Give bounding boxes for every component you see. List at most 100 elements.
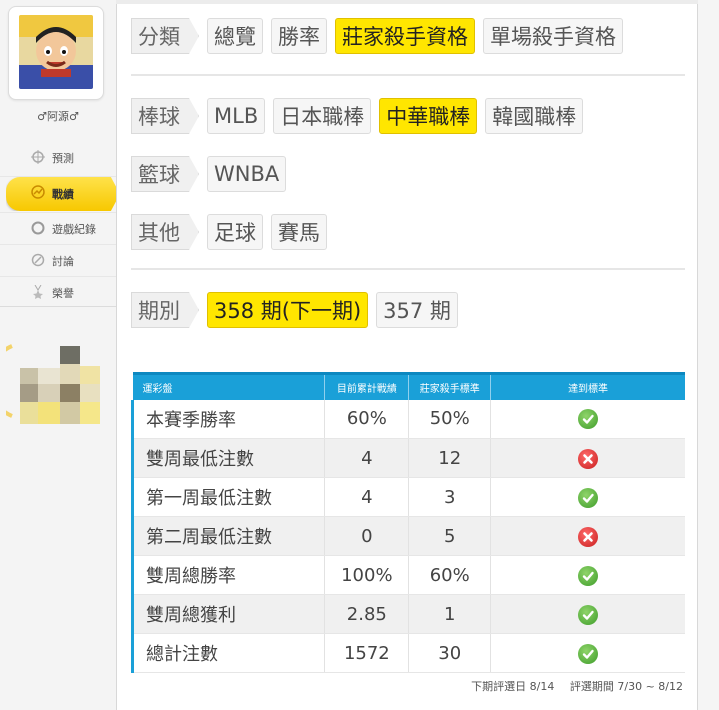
baseball-label: 棒球 [131,98,199,134]
sidebar-item-label: 遊戲紀錄 [52,222,96,236]
row-current: 1572 [324,633,410,673]
basketball-label: 籃球 [131,156,199,192]
circle-icon [30,221,46,237]
check-icon [578,565,599,586]
row-standard: 30 [408,633,492,673]
avatar-card[interactable] [8,6,104,100]
check-icon [578,643,599,664]
sidebar: ♂阿源♂ 預測 戰績 遊戲紀錄 討論 榮譽 [0,0,116,710]
sidebar-divider [0,306,116,307]
row-current: 0 [324,516,410,556]
row-standard: 1 [408,594,492,634]
chip-mlb[interactable]: MLB [207,98,266,134]
category-label: 分類 [131,18,199,54]
baseball-filter-row: 棒球 MLB 日本職棒 中華職棒 韓國職棒 [131,98,584,134]
chip-single-killer[interactable]: 單場殺手資格 [483,18,623,54]
evaluation-info: 下期評選日 8/14 評選期間 7/30 ~ 8/12 [471,678,683,694]
table-header-row: 運彩盤 目前累計戰績 莊家殺手標準 達到標準 [132,372,685,400]
chip-kbo[interactable]: 韓國職棒 [485,98,584,134]
chip-soccer[interactable]: 足球 [207,214,263,250]
row-name: 本賽季勝率 [130,399,326,439]
row-current: 2.85 [324,594,410,634]
username: ♂阿源♂ [37,110,79,123]
table-row: 本賽季勝率 60% 50% [130,399,685,439]
table-row: 第二周最低注數 0 5 [130,516,685,556]
page-background [698,0,719,710]
sidebar-nav: 預測 戰績 遊戲紀錄 討論 榮譽 [0,142,116,308]
period-filter-row: 期別 358 期(下一期) 357 期 [131,292,458,328]
col-header-standard: 莊家殺手標準 [408,372,492,400]
table-row: 總計注數 1572 30 [130,633,685,673]
sidebar-item-predict[interactable]: 預測 [0,142,116,174]
row-name: 第一周最低注數 [130,477,326,517]
sidebar-item-discussion[interactable]: 討論 [0,244,116,276]
col-header-market: 運彩盤 [132,372,326,400]
row-met [490,399,685,439]
main-panel: 分類 總覽 勝率 莊家殺手資格 單場殺手資格 棒球 MLB 日本職棒 中華職棒 … [116,4,698,710]
chip-win-rate[interactable]: 勝率 [271,18,327,54]
row-name: 雙周總勝率 [130,555,326,595]
table-row: 雙周總勝率 100% 60% [130,555,685,595]
eval-period: 評選期間 7/30 ~ 8/12 [569,680,683,693]
sidebar-item-honor[interactable]: 榮譽 [0,276,116,308]
row-current: 100% [324,555,410,595]
table-row: 雙周總獲利 2.85 1 [130,594,685,634]
chip-overview[interactable]: 總覽 [207,18,263,54]
check-icon [578,487,599,508]
divider [131,74,685,76]
cross-icon [578,448,599,469]
chip-horse-racing[interactable]: 賽馬 [271,214,327,250]
table-body: 本賽季勝率 60% 50% 雙周最低注數 4 12 第一周最低注數 4 3 第二周最低注數 0 5 雙周… [130,399,685,673]
avatar [19,15,93,89]
row-met [490,516,685,556]
row-name: 雙周最低注數 [130,438,326,478]
sidebar-item-game-log[interactable]: 遊戲紀錄 [0,212,116,244]
sidebar-item-label: 預測 [52,152,74,165]
check-icon [578,409,599,430]
row-name: 第二周最低注數 [130,516,326,556]
row-standard: 50% [408,399,492,439]
crosshair-icon [30,150,46,166]
col-header-met: 達到標準 [490,372,685,400]
row-met [490,633,685,673]
other-filter-row: 其他 足球 賽馬 [131,214,327,250]
chip-period-358[interactable]: 358 期(下一期) [207,292,369,328]
qualification-table: 運彩盤 目前累計戰績 莊家殺手標準 達到標準 本賽季勝率 60% 50% 雙周最低注數… [130,372,685,673]
row-met [490,477,685,517]
row-met [490,438,685,478]
row-standard: 3 [408,477,492,517]
chat-icon [30,253,46,269]
chip-wnba[interactable]: WNBA [207,156,287,192]
sidebar-item-record[interactable]: 戰績 [0,176,116,210]
blurred-ad-image [0,326,102,430]
row-name: 總計注數 [130,633,326,673]
table-row: 雙周最低注數 4 12 [130,438,685,478]
sidebar-item-label: 討論 [52,254,74,268]
row-current: 60% [324,399,410,439]
chip-npb[interactable]: 日本職棒 [273,98,372,134]
sidebar-item-label: 榮譽 [52,286,74,300]
next-eval-date: 下期評選日 8/14 [471,680,555,693]
cross-icon [578,526,599,547]
sidebar-item-label: 戰績 [52,187,74,201]
col-header-current: 目前累計戰績 [324,372,410,400]
period-label: 期別 [131,292,199,328]
row-name: 雙周總獲利 [130,594,326,634]
row-current: 4 [324,477,410,517]
chip-cpbl[interactable]: 中華職棒 [379,98,478,134]
basketball-filter-row: 籃球 WNBA [131,156,287,192]
row-standard: 60% [408,555,492,595]
category-filter-row: 分類 總覽 勝率 莊家殺手資格 單場殺手資格 [131,18,623,54]
chip-banker-killer[interactable]: 莊家殺手資格 [335,18,475,54]
row-standard: 12 [408,438,492,478]
medal-icon [30,284,46,301]
chip-period-357[interactable]: 357 期 [376,292,458,328]
row-standard: 5 [408,516,492,556]
row-met [490,594,685,634]
check-icon [578,604,599,625]
row-current: 4 [324,438,410,478]
other-label: 其他 [131,214,199,250]
row-met [490,555,685,595]
chart-icon [30,185,46,201]
table-row: 第一周最低注數 4 3 [130,477,685,517]
